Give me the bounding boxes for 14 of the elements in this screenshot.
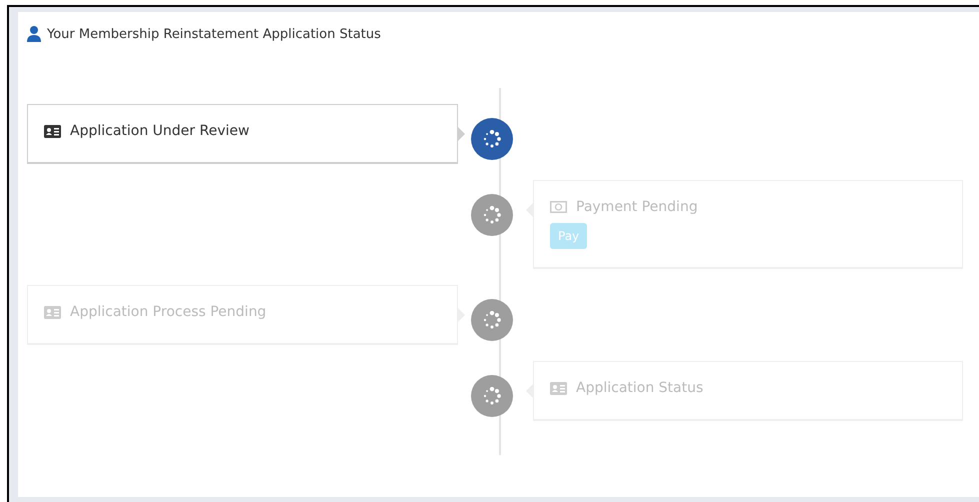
id-card-icon: [44, 124, 61, 138]
step-label: Application Process Pending: [70, 304, 266, 320]
spinner-icon: [482, 206, 500, 224]
banknote-icon: [550, 201, 567, 213]
card-title: Your Membership Reinstatement Application Status: [47, 26, 381, 42]
id-card-icon: [44, 306, 61, 318]
spinner-icon: [482, 130, 500, 148]
step-label: Application Under Review: [70, 123, 250, 139]
id-card-icon: [550, 382, 567, 394]
spinner-icon: [482, 387, 500, 405]
step-label: Payment Pending: [576, 199, 698, 215]
step-label: Application Status: [576, 380, 704, 396]
user-icon: [27, 26, 41, 42]
spinner-icon: [482, 311, 500, 329]
